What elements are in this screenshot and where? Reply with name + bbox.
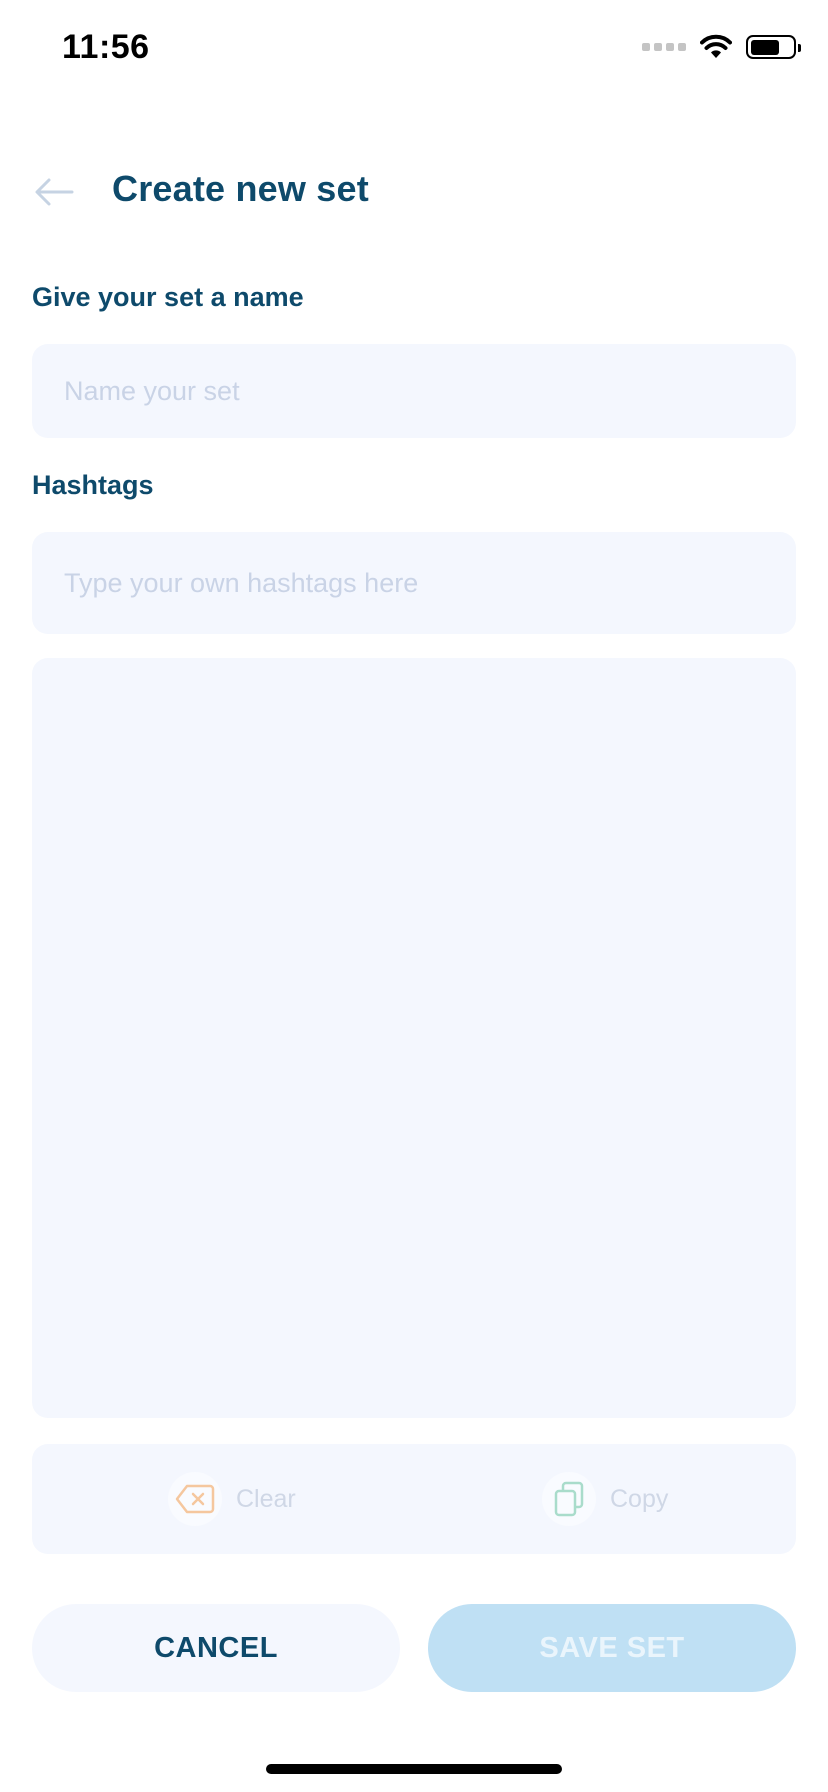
hashtags-placeholder: Type your own hashtags here bbox=[64, 567, 419, 598]
cellular-signal-icon bbox=[642, 43, 686, 51]
hashtags-input[interactable]: Type your own hashtags here bbox=[32, 532, 796, 634]
clear-label: Clear bbox=[236, 1484, 296, 1513]
home-indicator[interactable] bbox=[266, 1764, 562, 1774]
action-bar: Clear Copy bbox=[32, 1444, 796, 1554]
battery-icon bbox=[746, 35, 801, 59]
wifi-icon bbox=[700, 34, 732, 58]
clear-button[interactable]: Clear bbox=[168, 1444, 296, 1554]
create-set-screen: 11:56 Create new set Give your set a nam… bbox=[0, 0, 828, 1792]
copy-label: Copy bbox=[610, 1484, 669, 1513]
arrow-left-icon bbox=[35, 178, 74, 206]
save-set-button[interactable]: SAVE SET bbox=[428, 1604, 796, 1692]
backspace-icon bbox=[175, 1484, 215, 1514]
copy-icon-wrapper bbox=[542, 1472, 596, 1526]
copy-button[interactable]: Copy bbox=[542, 1444, 668, 1554]
set-name-placeholder: Name your set bbox=[64, 375, 240, 406]
status-icons bbox=[642, 34, 801, 60]
set-name-input[interactable]: Name your set bbox=[32, 344, 796, 438]
hashtags-label: Hashtags bbox=[32, 470, 154, 500]
hashtag-list-area bbox=[32, 658, 796, 1418]
cancel-button[interactable]: CANCEL bbox=[32, 1604, 400, 1692]
clear-icon-wrapper bbox=[168, 1472, 222, 1526]
status-time: 11:56 bbox=[62, 28, 150, 66]
copy-icon bbox=[554, 1481, 584, 1517]
page-title: Create new set bbox=[112, 168, 369, 209]
set-name-label: Give your set a name bbox=[32, 282, 304, 312]
back-button[interactable] bbox=[34, 172, 74, 212]
